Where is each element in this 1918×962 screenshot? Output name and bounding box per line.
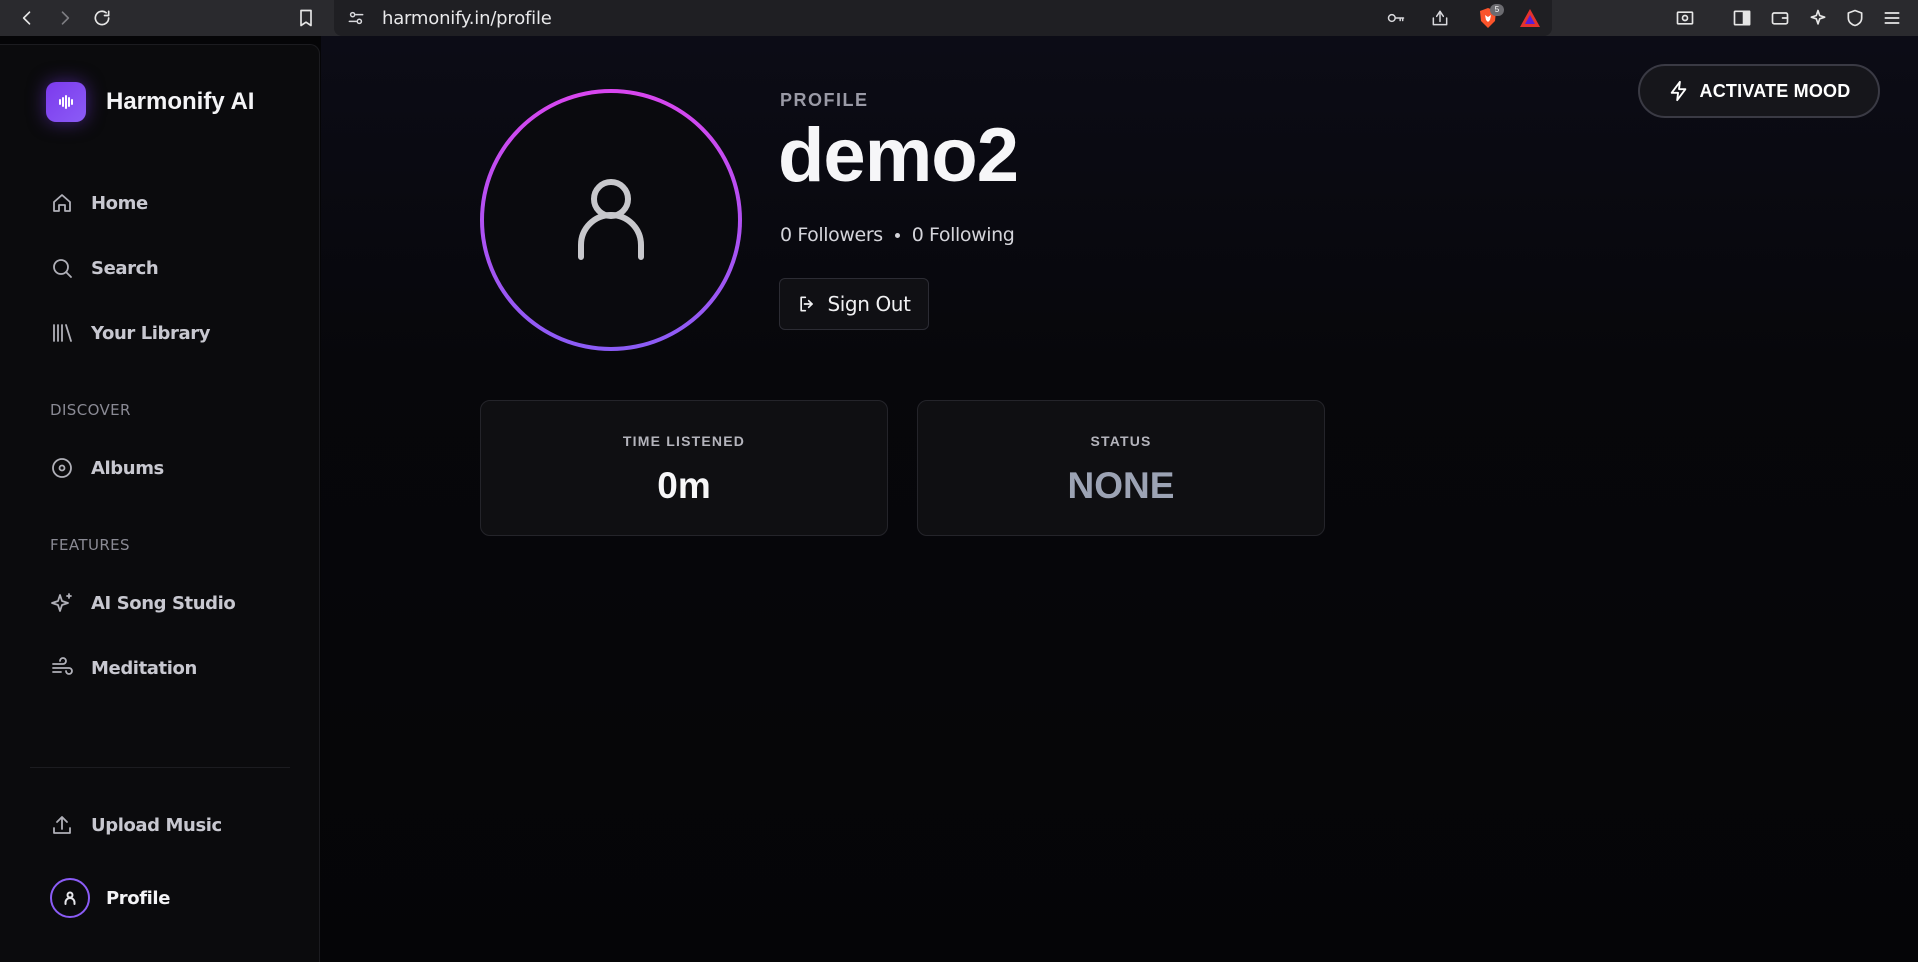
home-icon (53, 194, 71, 212)
separator-dot (894, 232, 900, 238)
sidebar-item-library[interactable]: Your Library (50, 319, 210, 347)
section-label-discover: DISCOVER (50, 401, 131, 419)
back-button[interactable] (15, 6, 39, 30)
following-count[interactable]: 0 Following (912, 224, 1015, 246)
sidebar-toggle-button[interactable] (1730, 6, 1754, 30)
sign-out-label: Sign Out (827, 292, 911, 316)
disc-icon (52, 458, 72, 478)
sidebar: Harmonify AI Home Search Your Library DI… (0, 44, 320, 962)
sidebar-item-label: Albums (91, 457, 164, 479)
sidebar-panel-icon (1733, 10, 1751, 26)
sidebar-item-search[interactable]: Search (50, 254, 159, 282)
url-text[interactable]: harmonify.in/profile (382, 8, 552, 29)
stat-label: STATUS (1090, 433, 1152, 449)
chevron-left-icon (22, 11, 31, 25)
sidebar-item-label: Your Library (91, 322, 211, 344)
stat-label: TIME LISTENED (622, 433, 746, 449)
upload-icon (53, 816, 71, 834)
shield-icon (1847, 9, 1863, 27)
sidebar-item-label: Search (91, 257, 159, 279)
forward-button[interactable] (53, 6, 77, 30)
chevron-right-icon (61, 11, 70, 25)
menu-button[interactable] (1880, 6, 1904, 30)
user-icon (64, 891, 76, 905)
app-logo[interactable] (46, 82, 86, 122)
stat-card-status: STATUS NONE (917, 400, 1325, 536)
sidebar-item-label: Profile (106, 887, 171, 909)
search-icon (53, 259, 72, 278)
stat-value: 0m (657, 465, 711, 506)
shields-count-badge: 5 (1490, 4, 1504, 16)
wind-icon (52, 657, 73, 675)
profile-avatar-inner (484, 93, 738, 347)
password-key-icon[interactable] (1386, 8, 1406, 28)
sidebar-item-ai-song-studio[interactable]: AI Song Studio (50, 589, 236, 617)
site-settings-icon[interactable] (346, 8, 366, 28)
vpn-button[interactable] (1843, 6, 1867, 30)
reload-icon (94, 10, 110, 26)
app-title[interactable]: Harmonify AI (106, 88, 254, 116)
follow-stats: 0 Followers 0 Following (780, 224, 1015, 246)
sparkles-icon (51, 593, 72, 612)
sidebar-item-label: Home (91, 192, 148, 214)
followers-count[interactable]: 0 Followers (780, 224, 883, 246)
address-bar[interactable]: harmonify.in/profile (334, 0, 1552, 36)
sidebar-item-label: AI Song Studio (91, 592, 236, 614)
hamburger-icon (1884, 12, 1900, 24)
activate-mood-button[interactable]: ACTIVATE MOOD (1638, 64, 1880, 118)
log-out-icon (800, 296, 814, 312)
user-icon (578, 179, 644, 260)
page-kicker: PROFILE (780, 90, 869, 110)
share-icon[interactable] (1430, 8, 1450, 28)
browser-toolbar: harmonify.in/profile 5 (0, 0, 1918, 36)
sound-wave-icon (59, 95, 73, 109)
activate-mood-label: ACTIVATE MOOD (1699, 80, 1851, 101)
sidebar-item-meditation[interactable]: Meditation (50, 654, 197, 682)
sidebar-item-profile[interactable]: Profile (50, 878, 170, 918)
reader-mode-icon (1676, 11, 1694, 25)
stat-value: NONE (1067, 465, 1175, 506)
library-icon (53, 324, 72, 342)
sign-out-button[interactable]: Sign Out (779, 278, 929, 330)
profile-avatar[interactable] (480, 89, 742, 351)
leo-ai-button[interactable] (1806, 6, 1830, 30)
sidebar-item-label: Upload Music (91, 814, 222, 836)
reader-mode-button[interactable] (1673, 6, 1697, 30)
stat-card-time-listened: TIME LISTENED 0m (480, 400, 888, 536)
lightning-icon (1670, 80, 1686, 102)
sidebar-divider (30, 767, 290, 768)
wallet-icon (1771, 12, 1789, 25)
sidebar-item-upload-music[interactable]: Upload Music (50, 811, 222, 839)
avatar (50, 878, 90, 918)
sparkle-icon (1810, 9, 1826, 25)
sidebar-item-albums[interactable]: Albums (50, 454, 164, 482)
wallet-button[interactable] (1768, 6, 1792, 30)
sidebar-item-home[interactable]: Home (50, 189, 148, 217)
reload-button[interactable] (90, 6, 114, 30)
sidebar-item-label: Meditation (91, 657, 197, 679)
bookmark-button[interactable] (294, 6, 318, 30)
brave-rewards-icon[interactable] (1519, 8, 1541, 28)
bookmark-icon (300, 9, 312, 27)
section-label-features: FEATURES (50, 536, 130, 554)
page-title: demo2 (778, 113, 1019, 198)
